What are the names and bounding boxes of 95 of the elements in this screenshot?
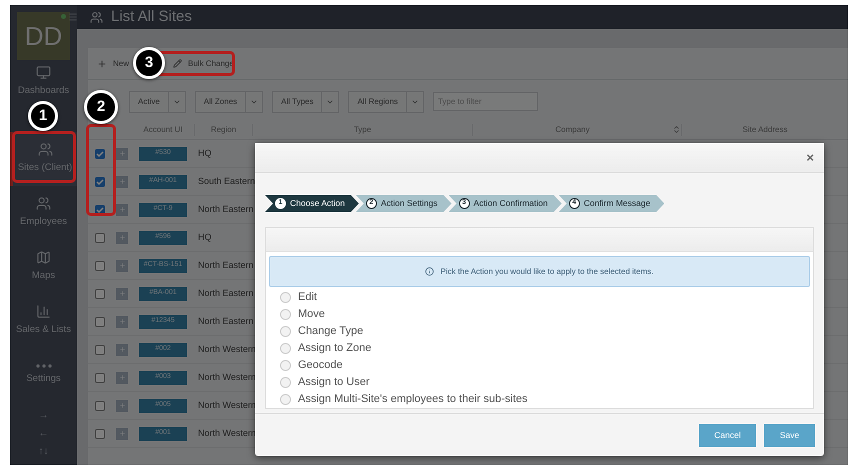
plus-icon (118, 178, 126, 185)
radio-button[interactable] (280, 343, 291, 354)
info-text: Pick the Action you would like to apply to the selected items. (440, 266, 654, 278)
save-button[interactable]: Save (764, 424, 815, 446)
plus-icon (118, 262, 126, 269)
action-option[interactable]: Edit (280, 289, 813, 306)
filter-dropdown[interactable]: All Types (272, 90, 340, 112)
column-header: Account UI (142, 124, 184, 136)
filter-dropdown[interactable]: All Zones (194, 90, 264, 112)
table-cell-text: North Western (197, 398, 256, 412)
action-option[interactable]: Assign to User (280, 374, 813, 391)
table-cell-text: North Western (197, 370, 256, 384)
arrow-button[interactable]: → (38, 408, 48, 423)
map-icon (36, 250, 51, 266)
action-option[interactable]: Assign Multi-Site's employees to their sub-sites (280, 391, 813, 408)
plus-icon (118, 290, 126, 297)
table-cell-text: South Eastern (197, 174, 256, 188)
expand-button[interactable] (116, 372, 128, 384)
action-option[interactable]: Move (280, 306, 813, 323)
row-checkbox[interactable] (95, 288, 105, 298)
users-icon (38, 142, 52, 158)
row-checkbox[interactable] (95, 148, 105, 158)
highlight-outline (12, 131, 76, 183)
monitor-icon (36, 65, 51, 80)
plus-icon (118, 234, 126, 241)
menu-icon[interactable] (68, 12, 78, 22)
plus-icon (118, 318, 126, 325)
expand-button[interactable] (116, 232, 128, 244)
row-checkbox[interactable] (95, 428, 105, 438)
plus-icon (118, 150, 126, 157)
filter-dropdown[interactable]: Active (129, 90, 186, 112)
expand-button[interactable] (116, 176, 128, 188)
expand-button[interactable] (116, 428, 128, 440)
row-checkbox[interactable] (95, 372, 105, 382)
close-button[interactable]: × (806, 148, 814, 168)
radio-button[interactable] (280, 309, 291, 320)
plus-icon (118, 430, 126, 437)
plus-icon (118, 206, 126, 213)
table-cell-text: HQ (197, 146, 212, 160)
plus-icon (118, 402, 126, 409)
row-checkbox[interactable] (95, 204, 105, 214)
radio-button[interactable] (280, 292, 291, 303)
page-title: List All Sites (111, 6, 192, 27)
sidebar-item[interactable]: Sales & Lists (10, 294, 77, 348)
table-cell-text: North Western (197, 426, 256, 440)
table-cell-text: North Western (197, 342, 256, 356)
plus-icon (118, 346, 126, 353)
column-header: Company (472, 124, 672, 136)
action-option[interactable]: Change Type (280, 323, 813, 340)
expand-button[interactable] (116, 204, 128, 216)
column-header: Region (194, 124, 252, 136)
plus-icon (97, 58, 107, 68)
row-checkbox[interactable] (95, 176, 105, 186)
radio-button[interactable] (280, 326, 291, 337)
expand-button[interactable] (116, 344, 128, 356)
arrow-button[interactable]: ↑↓ (38, 444, 48, 459)
action-option[interactable]: Assign to Zone (280, 340, 813, 357)
table-cell-text: North Eastern (197, 202, 254, 216)
avatar: DD (17, 12, 70, 60)
row-checkbox[interactable] (95, 344, 105, 354)
pencil-icon (173, 59, 182, 68)
more-icon (36, 364, 52, 368)
table-cell-text: North Eastern (197, 286, 254, 300)
cancel-button[interactable]: Cancel (699, 424, 756, 446)
users-icon (90, 10, 103, 24)
expand-button[interactable] (116, 260, 128, 272)
action-option[interactable]: Geocode (280, 357, 813, 374)
expand-button[interactable] (116, 148, 128, 160)
row-checkbox[interactable] (95, 260, 105, 270)
table-cell-text: HQ (197, 230, 212, 244)
sidebar-item[interactable]: Employees (10, 186, 77, 240)
sort-icon[interactable] (672, 125, 681, 134)
sidebar-item[interactable]: Dashboards (10, 64, 77, 100)
radio-button[interactable] (280, 377, 291, 388)
sidebar-item[interactable]: Settings (10, 348, 77, 402)
table-cell-text: North Eastern (197, 258, 254, 272)
new-button[interactable]: New (97, 58, 130, 70)
sidebar-item[interactable]: Maps (10, 240, 77, 294)
plus-icon (118, 374, 126, 381)
expand-button[interactable] (116, 316, 128, 328)
radio-button[interactable] (280, 360, 291, 371)
expand-button[interactable] (116, 400, 128, 412)
arrow-button[interactable]: ← (38, 426, 48, 441)
row-checkbox[interactable] (95, 232, 105, 242)
bar-chart-icon (36, 304, 51, 320)
row-checkbox[interactable] (95, 400, 105, 410)
column-header: Site Address (681, 124, 848, 136)
row-checkbox[interactable] (95, 316, 105, 326)
radio-button[interactable] (280, 394, 291, 405)
info-icon (425, 267, 434, 276)
table-cell-text: North Eastern (197, 314, 254, 328)
expand-button[interactable] (116, 288, 128, 300)
filter-dropdown[interactable]: All Regions (348, 90, 424, 112)
column-header: Type (252, 124, 472, 136)
users-icon (36, 196, 51, 212)
